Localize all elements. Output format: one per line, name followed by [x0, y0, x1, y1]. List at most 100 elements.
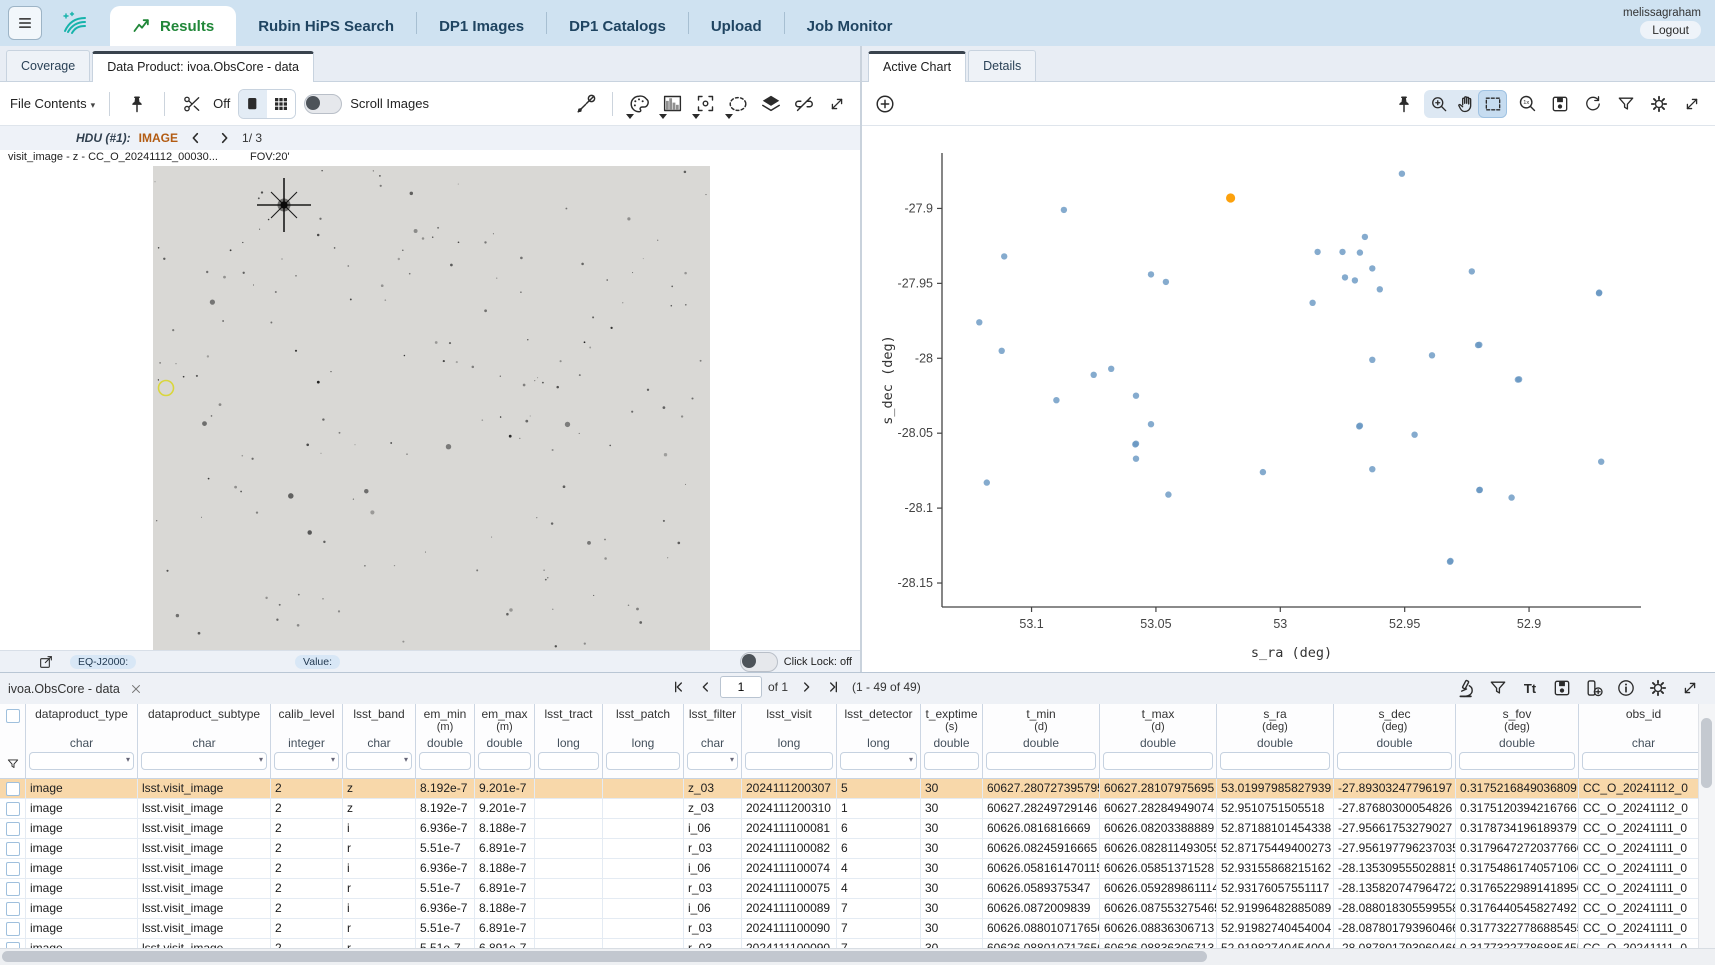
column-header-em_max[interactable]: em_max(m)double — [475, 704, 535, 778]
pin-icon[interactable] — [124, 91, 150, 117]
tab-details[interactable]: Details — [968, 50, 1036, 81]
column-header-lsst_detector[interactable]: lsst_detectorlong — [837, 704, 921, 778]
unlink-icon[interactable] — [791, 91, 817, 117]
column-filter-select-lsst_filter[interactable] — [687, 752, 738, 770]
row-checkbox[interactable] — [6, 882, 20, 896]
column-header-dataproduct_type[interactable]: dataproduct_typechar — [26, 704, 138, 778]
nav-tab-rubin-hips-search[interactable]: Rubin HiPS Search — [236, 6, 416, 46]
column-header-lsst_visit[interactable]: lsst_visitlong — [742, 704, 837, 778]
table-row[interactable]: imagelsst.visit_image2i6.936e-78.188e-7i… — [0, 899, 1699, 919]
column-filter-select-calib_level[interactable] — [274, 752, 339, 770]
menu-button[interactable] — [8, 6, 42, 40]
filter-chart-icon[interactable] — [1613, 91, 1639, 117]
column-header-lsst_band[interactable]: lsst_bandchar — [343, 704, 416, 778]
chart-settings-icon[interactable] — [1646, 91, 1672, 117]
column-filter-input-lsst_tract[interactable] — [538, 752, 599, 770]
layers-icon[interactable] — [758, 91, 784, 117]
table-row[interactable]: imagelsst.visit_image2i6.936e-78.188e-7i… — [0, 819, 1699, 839]
last-page-icon[interactable] — [820, 675, 844, 699]
nav-tab-results[interactable]: Results — [110, 6, 236, 46]
nav-tab-upload[interactable]: Upload — [689, 6, 784, 46]
expand-table-icon[interactable] — [1677, 675, 1703, 701]
column-filter-input-em_max[interactable] — [478, 752, 531, 770]
row-checkbox[interactable] — [6, 862, 20, 876]
vertical-scroll-thumb[interactable] — [1701, 718, 1712, 788]
select-all-checkbox[interactable] — [6, 709, 20, 723]
expand-panel-icon[interactable] — [824, 91, 850, 117]
column-header-obs_id[interactable]: obs_idchar — [1579, 704, 1699, 778]
column-header-calib_level[interactable]: calib_levelinteger — [271, 704, 343, 778]
single-view-button[interactable] — [239, 90, 267, 118]
next-hdu-icon[interactable] — [214, 128, 234, 148]
row-checkbox[interactable] — [6, 922, 20, 936]
save-chart-icon[interactable] — [1547, 91, 1573, 117]
table-row[interactable]: imagelsst.visit_image2r5.51e-76.891e-7r_… — [0, 879, 1699, 899]
column-header-lsst_patch[interactable]: lsst_patchlong — [603, 704, 684, 778]
row-checkbox[interactable] — [6, 782, 20, 796]
column-filter-input-s_ra[interactable] — [1220, 752, 1330, 770]
row-checkbox[interactable] — [6, 822, 20, 836]
table-row[interactable]: imagelsst.visit_image2z8.192e-79.201e-7z… — [0, 779, 1699, 799]
column-header-em_min[interactable]: em_min(m)double — [416, 704, 475, 778]
table-tab[interactable]: ivoa.ObsCore - data — [8, 679, 146, 699]
prev-page-icon[interactable] — [694, 675, 718, 699]
column-filter-select-dataproduct_subtype[interactable] — [141, 752, 267, 770]
file-contents-dropdown[interactable]: File Contents▾ — [10, 96, 95, 111]
column-filter-input-s_fov[interactable] — [1459, 752, 1575, 770]
table-row[interactable]: imagelsst.visit_image2r5.51e-76.891e-7r_… — [0, 839, 1699, 859]
nav-tab-dp1-images[interactable]: DP1 Images — [417, 6, 546, 46]
column-filter-select-lsst_band[interactable] — [346, 752, 412, 770]
filter-table-icon[interactable] — [1485, 675, 1511, 701]
tab-data-product-ivoa-obscore-data[interactable]: Data Product: ivoa.ObsCore - data — [92, 51, 314, 82]
column-filter-select-lsst_detector[interactable] — [840, 752, 917, 770]
microscope-icon[interactable] — [1453, 675, 1479, 701]
grid-view-button[interactable] — [267, 90, 295, 118]
row-checkbox[interactable] — [6, 802, 20, 816]
filter-row-icon[interactable] — [3, 754, 23, 774]
table-vertical-scrollbar[interactable] — [1698, 704, 1715, 948]
column-header-lsst_tract[interactable]: lsst_tractlong — [535, 704, 603, 778]
row-checkbox[interactable] — [6, 902, 20, 916]
horizontal-scroll-thumb[interactable] — [2, 951, 1207, 962]
column-header-lsst_filter[interactable]: lsst_filterchar — [684, 704, 742, 778]
close-table-icon[interactable] — [126, 679, 146, 699]
nav-tab-dp1-catalogs[interactable]: DP1 Catalogs — [547, 6, 688, 46]
column-header-s_dec[interactable]: s_dec(deg)double — [1334, 704, 1456, 778]
zoom-in-icon[interactable] — [1425, 91, 1452, 117]
expand-chart-icon[interactable] — [1679, 91, 1705, 117]
column-header-t_max[interactable]: t_max(d)double — [1100, 704, 1217, 778]
table-horizontal-scrollbar[interactable] — [0, 948, 1715, 965]
page-number-input[interactable] — [720, 676, 762, 698]
column-filter-input-t_min[interactable] — [986, 752, 1096, 770]
table-row[interactable]: imagelsst.visit_image2z8.192e-79.201e-7z… — [0, 799, 1699, 819]
tab-active-chart[interactable]: Active Chart — [868, 51, 966, 82]
column-filter-input-t_exptime[interactable] — [924, 752, 979, 770]
table-row[interactable]: imagelsst.visit_image2r5.51e-76.891e-7r_… — [0, 939, 1699, 948]
column-header-s_ra[interactable]: s_ra(deg)double — [1217, 704, 1334, 778]
crop-scissors-icon[interactable] — [179, 91, 205, 117]
select-region-icon[interactable] — [725, 91, 751, 117]
column-filter-input-t_max[interactable] — [1103, 752, 1213, 770]
nav-tab-job-monitor[interactable]: Job Monitor — [785, 6, 915, 46]
pan-hand-icon[interactable] — [1452, 91, 1479, 117]
tools-icon[interactable] — [573, 91, 599, 117]
click-lock-toggle[interactable] — [740, 652, 778, 672]
column-filter-input-em_min[interactable] — [419, 752, 471, 770]
stretch-histogram-icon[interactable] — [659, 91, 685, 117]
scatter-chart[interactable]: 53.153.055352.9552.9-27.9-27.95-28-28.05… — [862, 126, 1715, 677]
logout-button[interactable]: Logout — [1640, 21, 1701, 39]
table-row[interactable]: imagelsst.visit_image2r5.51e-76.891e-7r_… — [0, 919, 1699, 939]
value-readout-label[interactable]: Value: — [295, 655, 340, 669]
column-filter-input-s_dec[interactable] — [1337, 752, 1452, 770]
table-row[interactable]: imagelsst.visit_image2i6.936e-78.188e-7i… — [0, 859, 1699, 879]
column-header-dataproduct_subtype[interactable]: dataproduct_subtypechar — [138, 704, 271, 778]
fits-image[interactable] — [153, 166, 710, 650]
save-table-icon[interactable] — [1549, 675, 1575, 701]
first-page-icon[interactable] — [668, 675, 692, 699]
column-filter-input-lsst_visit[interactable] — [745, 752, 833, 770]
tab-coverage[interactable]: Coverage — [6, 50, 90, 81]
column-header-t_exptime[interactable]: t_exptime(s)double — [921, 704, 983, 778]
color-palette-icon[interactable] — [626, 91, 652, 117]
row-checkbox[interactable] — [6, 842, 20, 856]
zoom-original-icon[interactable]: 1x — [1514, 91, 1540, 117]
